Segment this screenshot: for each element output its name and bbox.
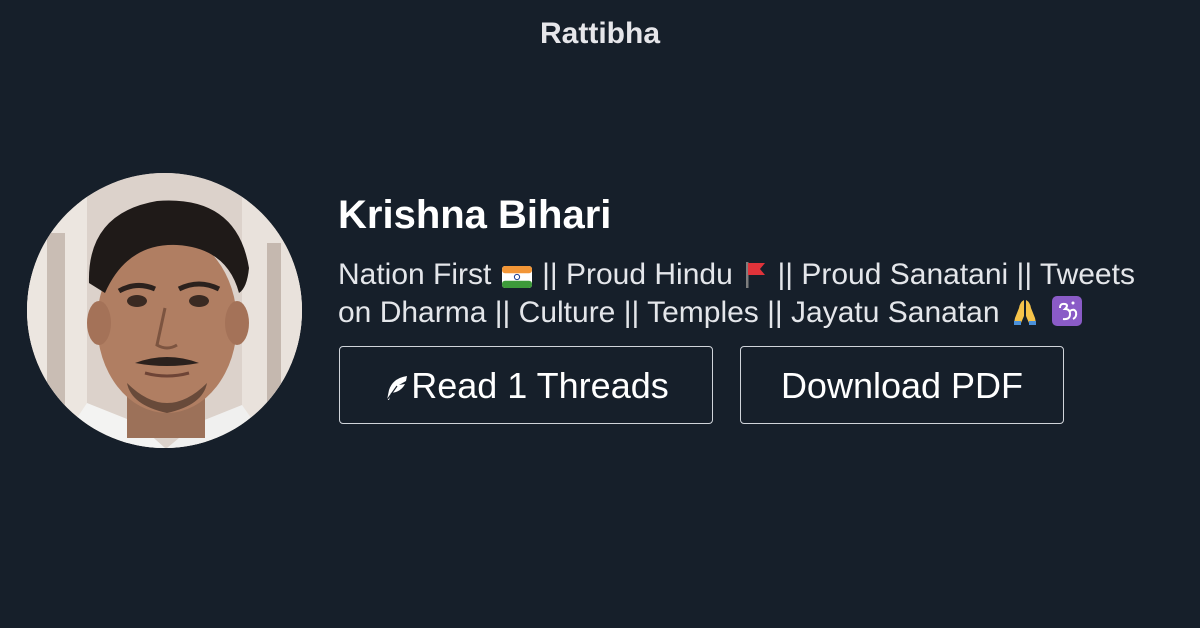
bio-line-1: Nation First || Proud Hindu || Proud San… xyxy=(338,256,1200,294)
site-brand[interactable]: Rattibha xyxy=(0,14,1200,54)
bio-text: || Proud Sanatani || Tweets xyxy=(777,258,1135,291)
profile-avatar xyxy=(27,173,302,448)
red-flag-icon xyxy=(743,260,767,288)
profile-bio: Nation First || Proud Hindu || Proud San… xyxy=(338,256,1200,332)
folded-hands-icon xyxy=(1010,296,1040,326)
read-threads-button[interactable]: Read 1 Threads xyxy=(339,346,713,424)
profile-name: Krishna Bihari xyxy=(338,193,612,237)
india-flag-icon xyxy=(501,266,532,288)
bio-text: || Proud Hindu xyxy=(542,258,733,291)
avatar-photo xyxy=(27,173,302,448)
feather-icon xyxy=(383,351,409,429)
bio-text: Nation First xyxy=(338,258,492,291)
bio-text: on Dharma || Culture || Temples || Jayat… xyxy=(338,296,1000,329)
download-pdf-button[interactable]: Download PDF xyxy=(740,346,1064,424)
bio-line-2: on Dharma || Culture || Temples || Jayat… xyxy=(338,294,1200,332)
om-icon xyxy=(1052,296,1083,326)
read-threads-label: Read 1 Threads xyxy=(411,365,669,406)
